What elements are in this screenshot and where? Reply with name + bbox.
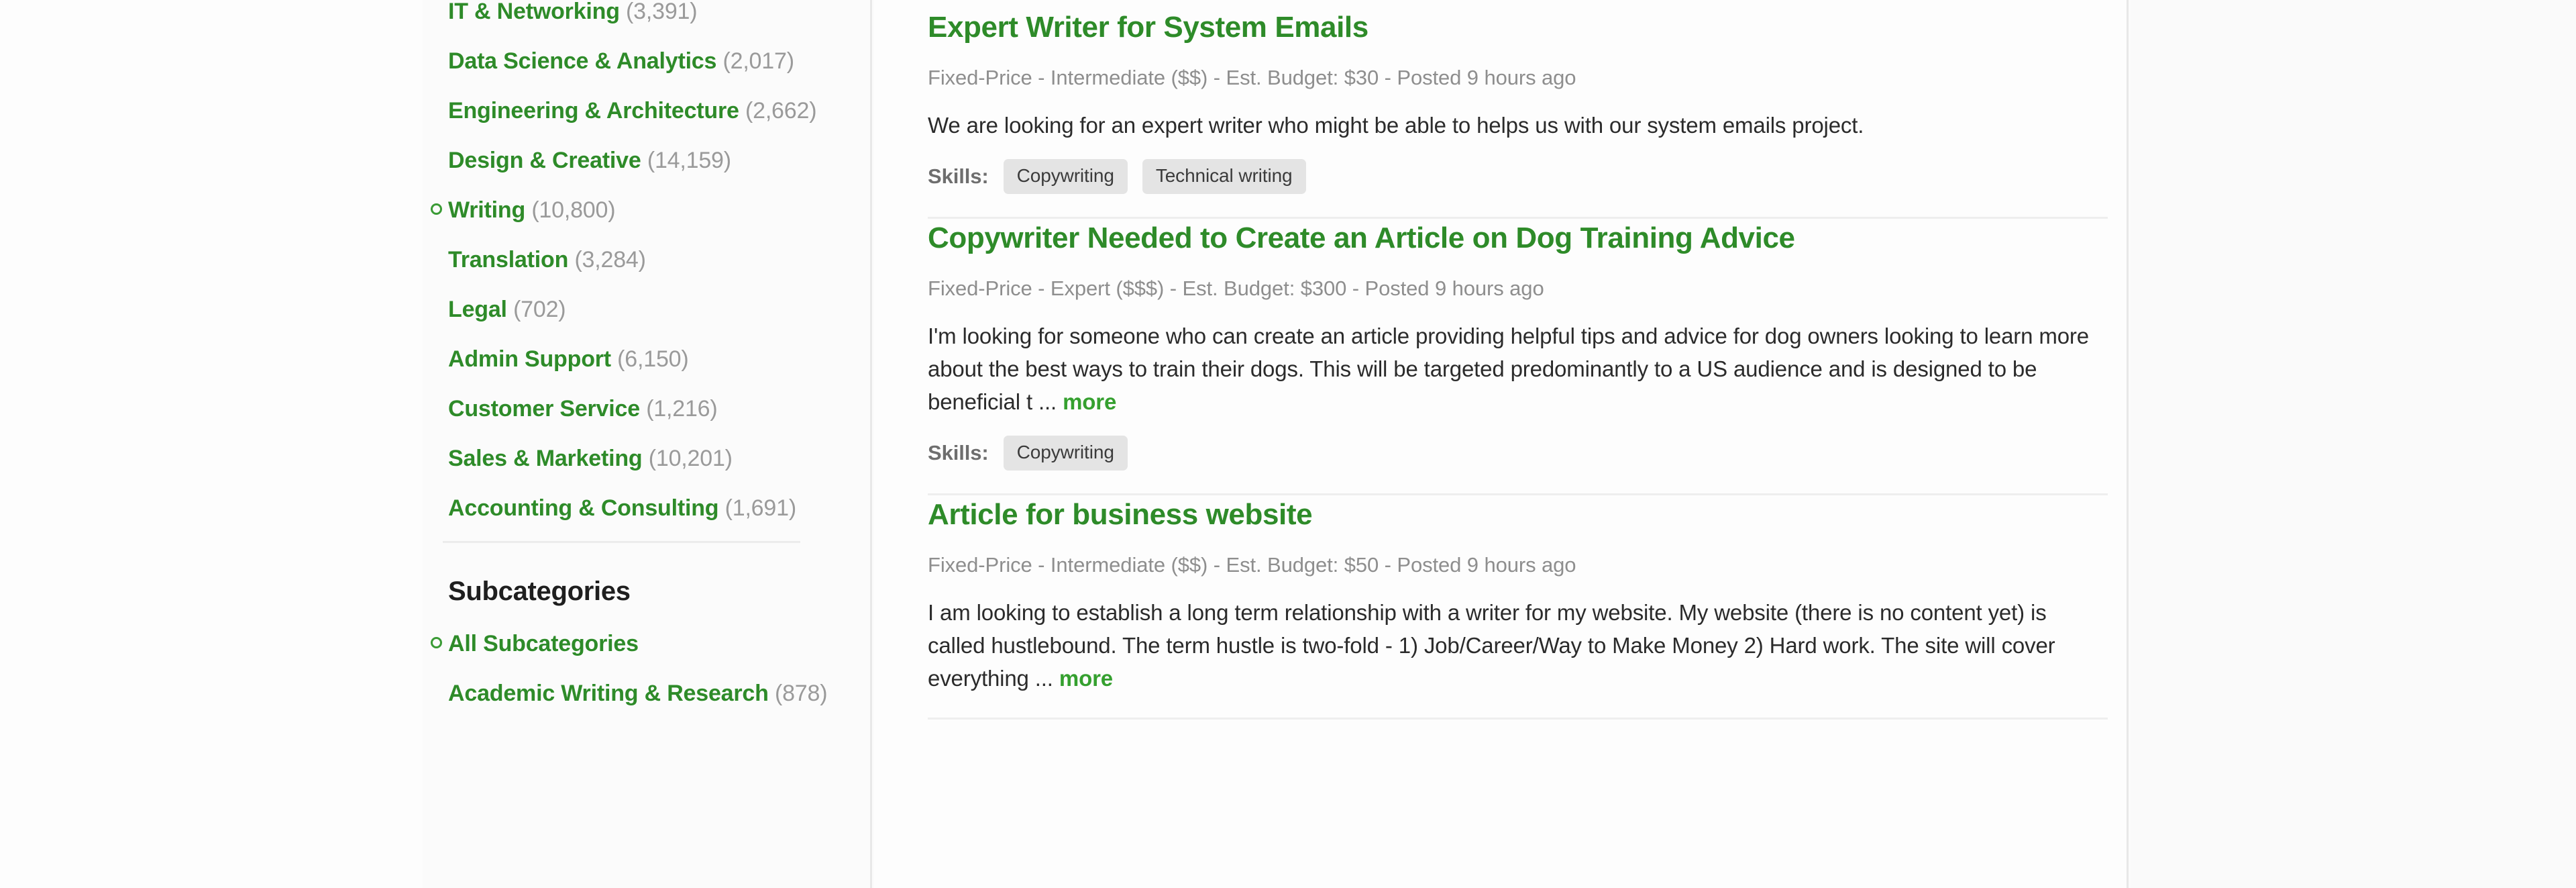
sidebar-item-count: (10,201) bbox=[648, 446, 733, 471]
sidebar-item-count: (3,284) bbox=[574, 247, 646, 273]
sidebar-item-label: All Subcategories bbox=[448, 631, 639, 656]
left-gutter bbox=[0, 0, 423, 888]
sidebar-item-data-science-analytics[interactable]: Data Science & Analytics (2,017) bbox=[448, 44, 850, 78]
sidebar-item-engineering-architecture[interactable]: Engineering & Architecture (2,662) bbox=[448, 94, 850, 128]
sidebar-item-count: (3,391) bbox=[626, 0, 698, 24]
more-link[interactable]: more bbox=[1063, 389, 1116, 414]
sidebar-item-label: Data Science & Analytics bbox=[448, 48, 717, 74]
sidebar-item-count: (14,159) bbox=[647, 148, 731, 173]
skill-tag[interactable]: Copywriting bbox=[1003, 436, 1128, 471]
sidebar-item-label: Admin Support bbox=[448, 346, 611, 372]
job-skills: Skills: Copywriting Technical writing bbox=[928, 159, 2108, 194]
job-description-text: We are looking for an expert writer who … bbox=[928, 113, 1864, 138]
sidebar-item-all-subcategories[interactable]: All Subcategories bbox=[431, 627, 850, 660]
job-card: Expert Writer for System Emails Fixed-Pri… bbox=[928, 0, 2108, 219]
job-title-link[interactable]: Expert Writer for System Emails bbox=[928, 8, 2108, 47]
sidebar-item-academic-writing-research[interactable]: Academic Writing & Research (878) bbox=[448, 677, 850, 710]
sidebar-item-label: Writing bbox=[448, 197, 526, 223]
skill-tag[interactable]: Copywriting bbox=[1003, 159, 1128, 194]
job-results-list: Expert Writer for System Emails Fixed-Pri… bbox=[874, 0, 2129, 888]
skills-label: Skills: bbox=[928, 164, 989, 188]
job-skills: Skills: Copywriting bbox=[928, 436, 2108, 471]
sidebar-item-translation[interactable]: Translation (3,284) bbox=[448, 243, 850, 277]
category-sidebar: IT & Networking (3,391) Data Science & An… bbox=[423, 0, 872, 888]
sidebar-item-label: Sales & Marketing bbox=[448, 446, 643, 471]
sidebar-item-label: Engineering & Architecture bbox=[448, 98, 739, 124]
sidebar-item-label: Design & Creative bbox=[448, 148, 641, 173]
sidebar-item-count: (878) bbox=[774, 681, 828, 706]
sidebar-item-count: (1,691) bbox=[724, 495, 797, 521]
sidebar-item-design-creative[interactable]: Design & Creative (14,159) bbox=[448, 144, 850, 177]
sidebar-item-label: Customer Service bbox=[448, 396, 640, 422]
job-meta: Fixed-Price - Intermediate ($$) - Est. B… bbox=[928, 66, 1576, 89]
right-gutter bbox=[2131, 0, 2576, 888]
sidebar-item-count: (6,150) bbox=[617, 346, 689, 372]
sidebar-item-count: (10,800) bbox=[531, 197, 616, 223]
job-card: Copywriter Needed to Create an Article o… bbox=[928, 219, 2108, 495]
sidebar-item-label: Academic Writing & Research bbox=[448, 681, 769, 706]
skills-label: Skills: bbox=[928, 441, 989, 464]
job-search-page: IT & Networking (3,391) Data Science & An… bbox=[0, 0, 2576, 888]
sidebar-item-label: Accounting & Consulting bbox=[448, 495, 719, 521]
sidebar-item-accounting-consulting[interactable]: Accounting & Consulting (1,691) bbox=[448, 491, 850, 525]
job-card-body: Article for business website Fixed-Price … bbox=[928, 495, 2108, 718]
job-title-link[interactable]: Copywriter Needed to Create an Article o… bbox=[928, 219, 2108, 258]
job-meta: Fixed-Price - Intermediate ($$) - Est. B… bbox=[928, 553, 1576, 577]
sidebar-item-it-networking[interactable]: IT & Networking (3,391) bbox=[448, 0, 850, 28]
subcategory-list: All Subcategories Academic Writing & Rese… bbox=[423, 607, 870, 710]
skill-tag[interactable]: Technical writing bbox=[1142, 159, 1306, 194]
sidebar-item-count: (1,216) bbox=[646, 396, 718, 422]
job-description: I am looking to establish a long term re… bbox=[928, 596, 2108, 695]
category-list: IT & Networking (3,391) Data Science & An… bbox=[423, 0, 870, 525]
sidebar-item-legal[interactable]: Legal (702) bbox=[448, 293, 850, 326]
sidebar-item-count: (2,017) bbox=[722, 48, 794, 74]
job-card: Article for business website Fixed-Price … bbox=[928, 495, 2108, 720]
job-card-body: Copywriter Needed to Create an Article o… bbox=[928, 219, 2108, 493]
job-meta: Fixed-Price - Expert ($$$) - Est. Budget… bbox=[928, 277, 1544, 300]
selected-radio-icon bbox=[431, 637, 442, 648]
job-description: We are looking for an expert writer who … bbox=[928, 109, 2108, 142]
sidebar-item-sales-marketing[interactable]: Sales & Marketing (10,201) bbox=[448, 442, 850, 475]
sidebar-item-admin-support[interactable]: Admin Support (6,150) bbox=[448, 342, 850, 376]
sidebar-item-count: (702) bbox=[513, 297, 566, 322]
more-link[interactable]: more bbox=[1059, 666, 1113, 691]
sidebar-item-writing[interactable]: Writing (10,800) bbox=[431, 193, 850, 227]
sidebar-item-label: Legal bbox=[448, 297, 507, 322]
sidebar-item-label: Translation bbox=[448, 247, 569, 273]
subcategories-heading: Subcategories bbox=[448, 577, 631, 606]
selected-radio-icon bbox=[431, 203, 442, 215]
job-description: I'm looking for someone who can create a… bbox=[928, 319, 2108, 418]
sidebar-item-count: (2,662) bbox=[745, 98, 817, 124]
job-card-body: Expert Writer for System Emails Fixed-Pri… bbox=[928, 8, 2108, 217]
sidebar-item-customer-service[interactable]: Customer Service (1,216) bbox=[448, 392, 850, 426]
job-title-link[interactable]: Article for business website bbox=[928, 495, 2108, 534]
sidebar-item-label: IT & Networking bbox=[448, 0, 620, 24]
